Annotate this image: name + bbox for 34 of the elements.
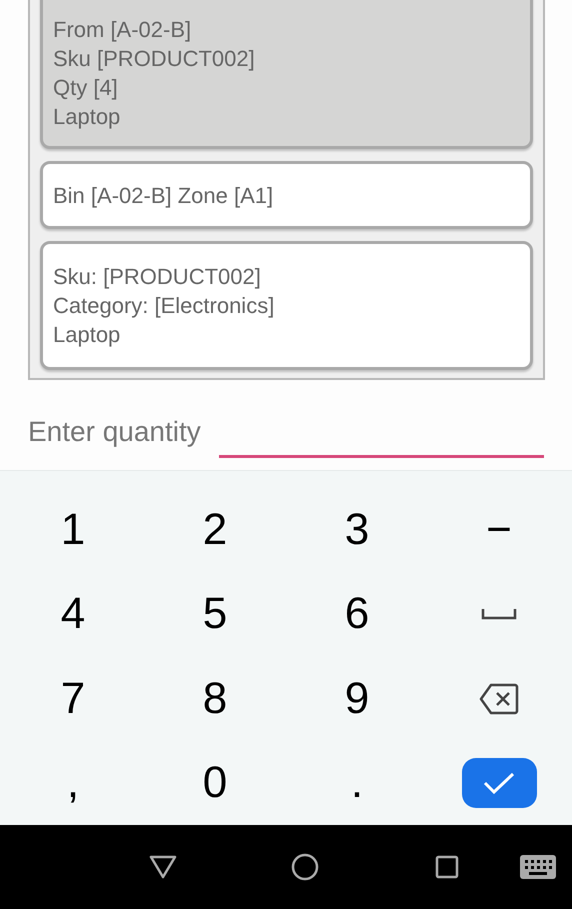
keyboard-icon	[520, 855, 556, 879]
keyboard-key[interactable]: ,	[2, 740, 144, 825]
card-text: Category: [Electronics]	[53, 292, 276, 320]
card-text: Bin [A-02-B] Zone [A1]	[53, 182, 274, 210]
done-key[interactable]	[462, 758, 536, 808]
keyboard-key[interactable]: 4	[2, 572, 144, 656]
keyboard-key[interactable]: 8	[144, 656, 286, 740]
quantity-label: Enter quantity	[28, 415, 201, 449]
location-card[interactable]: Bin [A-02-B] Zone [A1]	[40, 161, 533, 229]
square-icon	[435, 855, 459, 879]
card-text: Laptop	[53, 103, 122, 131]
keyboard-key[interactable]: 5	[144, 572, 286, 656]
keyboard-key[interactable]: −	[428, 488, 570, 572]
keyboard-key[interactable]: 9	[286, 656, 428, 740]
card-text: Sku [PRODUCT002]	[53, 45, 256, 73]
card-text: Sku: [PRODUCT002]	[53, 263, 262, 291]
card-text: Laptop	[53, 321, 122, 349]
keyboard-key[interactable]: 7	[2, 656, 144, 740]
space-icon	[481, 608, 517, 620]
keyboard-key[interactable]: 1	[2, 488, 144, 572]
location-card[interactable]: Sku: [PRODUCT002] Category: [Electronics] Laptop	[40, 241, 533, 370]
keyboard-key[interactable]: 3	[286, 488, 428, 572]
checkmark-icon	[483, 770, 515, 795]
backspace-icon	[479, 682, 519, 714]
keyboard-key[interactable]: .	[286, 740, 428, 825]
keyboard-key[interactable]: 6	[286, 572, 428, 656]
keyboard-switch-button[interactable]	[518, 855, 558, 879]
card-text: Qty [4]	[53, 74, 119, 102]
keyboard-key[interactable]: 2	[144, 488, 286, 572]
card-text: From [A-02-B]	[53, 16, 192, 44]
keyboard-key[interactable]: 0	[144, 740, 286, 825]
location-card[interactable]: From [A-02-B] Sku [PRODUCT002] Qty [4] Laptop	[40, 0, 533, 149]
triangle-icon	[149, 855, 177, 879]
circle-icon	[291, 853, 319, 881]
